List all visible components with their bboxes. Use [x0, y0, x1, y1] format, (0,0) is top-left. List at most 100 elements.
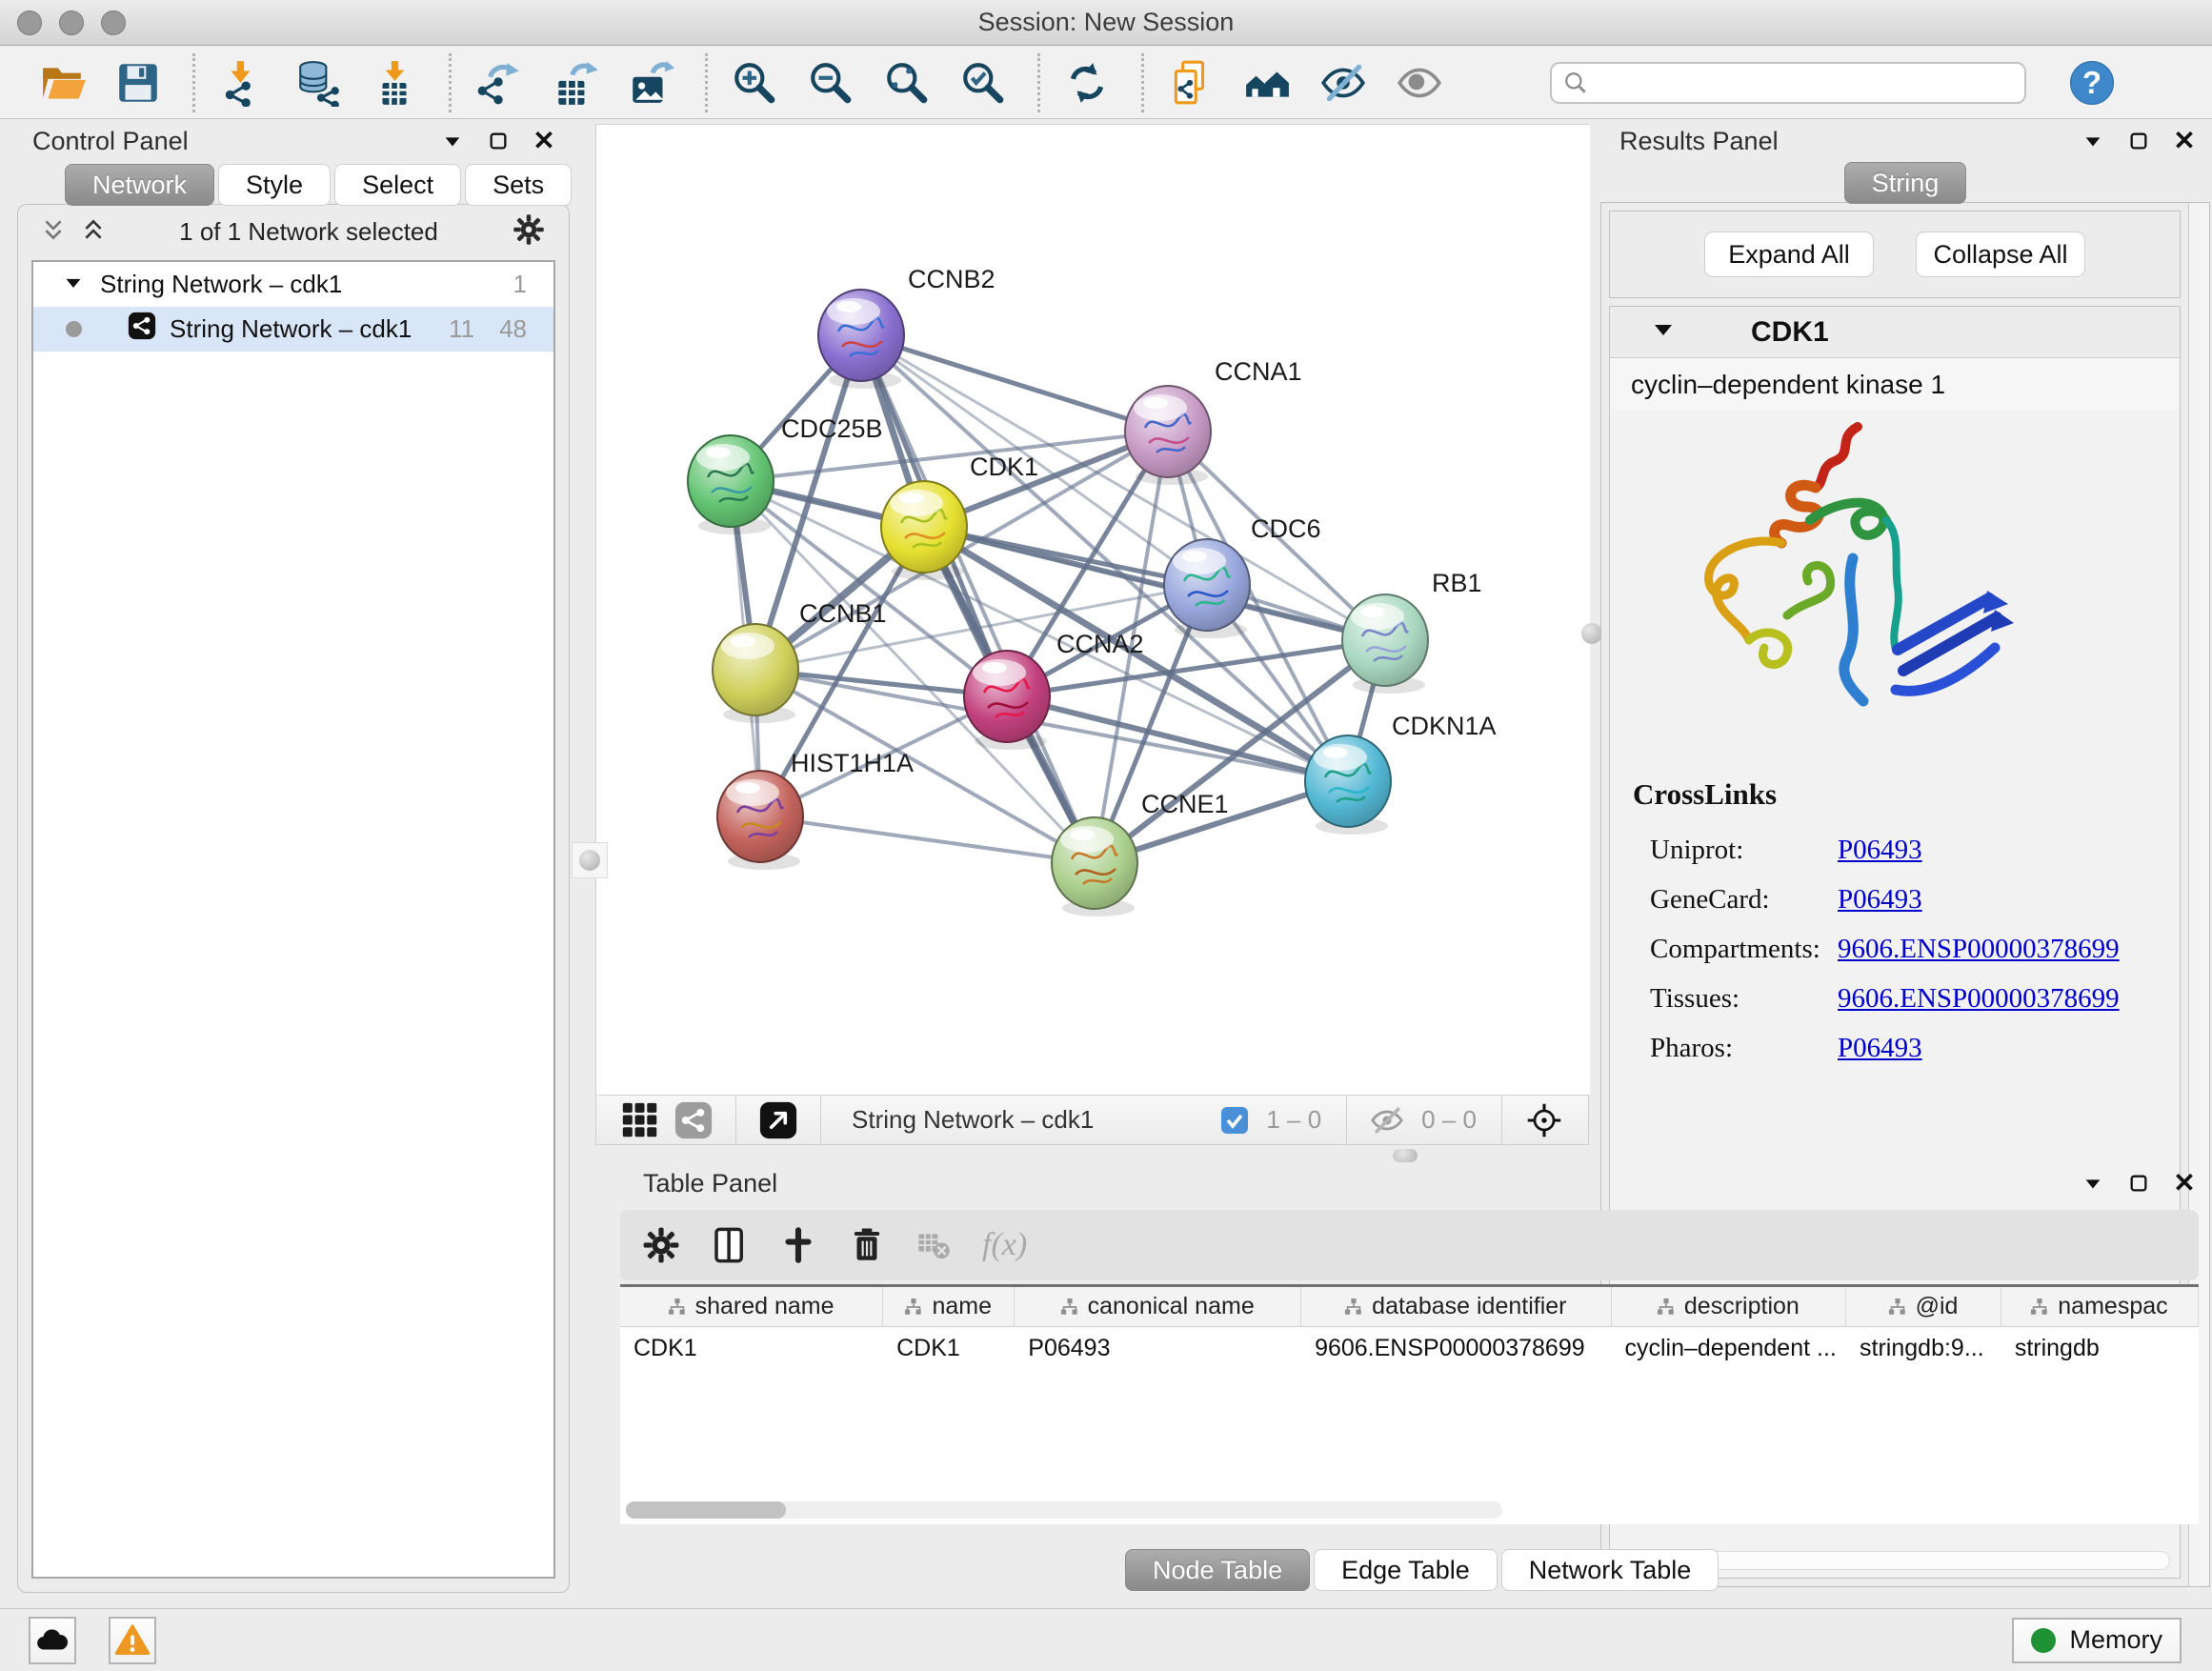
function-builder-icon[interactable]: f(x) [982, 1227, 1027, 1263]
export-image-icon[interactable] [623, 54, 678, 111]
panel-float-icon[interactable] [2126, 1171, 2151, 1196]
table-row[interactable]: CDK1CDK1P064939606.ENSP00000378699cyclin… [620, 1327, 2199, 1369]
zoom-fit-icon[interactable] [879, 54, 935, 111]
crosslink-link[interactable]: P06493 [1838, 1033, 1922, 1064]
table-cell[interactable]: stringdb [2001, 1327, 2199, 1369]
clone-network-icon[interactable] [1163, 54, 1218, 111]
table-cell[interactable]: cyclin–dependent ... [1611, 1327, 1846, 1369]
export-table-icon[interactable] [547, 54, 602, 111]
warning-icon[interactable] [109, 1617, 156, 1664]
tab-edge-table[interactable]: Edge Table [1314, 1549, 1498, 1591]
panel-close-icon[interactable]: ✕ [2172, 129, 2197, 153]
gear-icon[interactable] [641, 1225, 681, 1265]
network-node-CDC25B[interactable] [688, 435, 774, 534]
cloud-icon[interactable] [29, 1617, 76, 1664]
network-canvas[interactable]: CCNB2CCNA1CDC25BCDK1CDC6RB1CCNB1CCNA2CDK… [596, 125, 1590, 1095]
search-input[interactable] [1550, 62, 2026, 104]
export-view-icon[interactable] [759, 1101, 797, 1139]
gear-icon[interactable] [512, 212, 546, 252]
column-header-description[interactable]: description [1612, 1287, 1847, 1326]
hide-selected-icon[interactable] [1316, 54, 1371, 111]
table-cell[interactable]: P06493 [1015, 1327, 1301, 1369]
table-horizontal-scrollbar[interactable] [626, 1501, 1502, 1519]
collapse-all-networks-icon[interactable] [41, 217, 66, 247]
network-node-RB1[interactable] [1342, 594, 1428, 694]
tab-select[interactable]: Select [334, 164, 461, 206]
panel-menu-icon[interactable] [440, 129, 465, 153]
network-panel-box: 1 of 1 Network selected String Network –… [17, 204, 570, 1593]
tab-style[interactable]: Style [218, 164, 331, 206]
table-cell[interactable]: 9606.ENSP00000378699 [1301, 1327, 1611, 1369]
network-node-CCNB1[interactable] [713, 624, 798, 723]
import-network-icon[interactable] [214, 54, 270, 111]
birdseye-grid-icon[interactable] [621, 1101, 659, 1139]
open-session-icon[interactable] [34, 54, 90, 111]
tab-network-table[interactable]: Network Table [1501, 1549, 1719, 1591]
panel-float-icon[interactable] [486, 129, 511, 153]
refresh-icon[interactable] [1059, 54, 1115, 111]
network-node-HIST1H1A[interactable] [717, 771, 803, 870]
table-cell[interactable]: CDK1 [883, 1327, 1015, 1369]
export-network-icon[interactable] [471, 54, 526, 111]
column-header-name[interactable]: name [883, 1287, 1015, 1326]
network-edge-CCNB2-CCNE1[interactable] [861, 335, 1095, 863]
gene-header-row[interactable]: CDK1 [1610, 307, 2180, 358]
show-columns-icon[interactable] [710, 1225, 750, 1265]
column-header-database-identifier[interactable]: database identifier [1301, 1287, 1611, 1326]
panel-menu-icon[interactable] [2081, 1171, 2105, 1196]
tab-network[interactable]: Network [65, 164, 214, 206]
crosshair-icon[interactable] [1525, 1101, 1563, 1139]
crosslink-link[interactable]: 9606.ENSP00000378699 [1838, 934, 2120, 965]
column-header-shared-name[interactable]: shared name [620, 1287, 883, 1326]
help-icon[interactable]: ? [2070, 61, 2114, 105]
tab-sets[interactable]: Sets [465, 164, 572, 206]
network-node-CCNE1[interactable] [1052, 817, 1137, 916]
tab-string[interactable]: String [1844, 162, 1967, 204]
table-cell[interactable]: stringdb:9... [1846, 1327, 2001, 1369]
table-cell[interactable]: CDK1 [620, 1327, 883, 1369]
selected-checkbox-icon[interactable] [1220, 1106, 1249, 1135]
crosslink-link[interactable]: 9606.ENSP00000378699 [1838, 983, 2120, 1015]
collapse-all-button[interactable]: Collapse All [1916, 232, 2085, 277]
results-actions-row: Expand All Collapse All [1609, 211, 2181, 298]
network-edge-HIST1H1A-CCNE1[interactable] [760, 816, 1095, 863]
panel-divider-handle[interactable] [572, 842, 608, 878]
save-session-icon[interactable] [111, 54, 166, 111]
panel-float-icon[interactable] [2126, 129, 2151, 153]
panel-close-icon[interactable]: ✕ [532, 129, 556, 153]
delete-column-icon[interactable] [847, 1225, 887, 1265]
zoom-selected-icon[interactable] [955, 54, 1011, 111]
panel-close-icon[interactable]: ✕ [2172, 1171, 2197, 1196]
home-pages-icon[interactable] [1239, 54, 1295, 111]
column-header-namespac[interactable]: namespac [2001, 1287, 2199, 1326]
zoom-out-icon[interactable] [803, 54, 858, 111]
network-tree-item-row[interactable]: String Network – cdk1 11 48 [33, 307, 553, 352]
zoom-in-icon[interactable] [727, 54, 782, 111]
gene-collapse-icon[interactable] [1652, 318, 1675, 346]
import-table-icon[interactable] [367, 54, 422, 111]
network-tree-root-row[interactable]: String Network – cdk1 1 [33, 262, 553, 307]
expand-all-button[interactable]: Expand All [1704, 232, 1874, 277]
tree-expander-icon[interactable] [64, 270, 83, 299]
panel-menu-icon[interactable] [2081, 129, 2105, 153]
scrollbar-thumb[interactable] [626, 1501, 786, 1519]
network-node-CDKN1A[interactable] [1305, 735, 1391, 835]
delete-table-icon[interactable] [915, 1226, 954, 1264]
memory-button[interactable]: Memory [2012, 1618, 2182, 1663]
import-database-icon[interactable] [291, 54, 346, 111]
column-header-@id[interactable]: @id [1846, 1287, 2001, 1326]
crosslink-label: GeneCard: [1633, 884, 1838, 916]
network-edge-CCNB2-CCNA1[interactable] [861, 335, 1168, 432]
network-node-CCNA1[interactable] [1125, 386, 1211, 485]
crosslink-link[interactable]: P06493 [1838, 884, 1922, 916]
expand-all-networks-icon[interactable] [81, 217, 106, 247]
column-header-canonical-name[interactable]: canonical name [1015, 1287, 1301, 1326]
add-column-icon[interactable] [778, 1225, 818, 1265]
crosslink-link[interactable]: P06493 [1838, 835, 1922, 866]
network-node-CCNB2[interactable] [818, 290, 904, 389]
tab-node-table[interactable]: Node Table [1125, 1549, 1310, 1591]
show-all-icon[interactable] [1392, 54, 1447, 111]
horizontal-divider-handle[interactable] [1393, 1149, 1418, 1162]
network-share-icon[interactable] [674, 1101, 713, 1139]
hidden-eye-slash-icon[interactable] [1370, 1103, 1404, 1137]
